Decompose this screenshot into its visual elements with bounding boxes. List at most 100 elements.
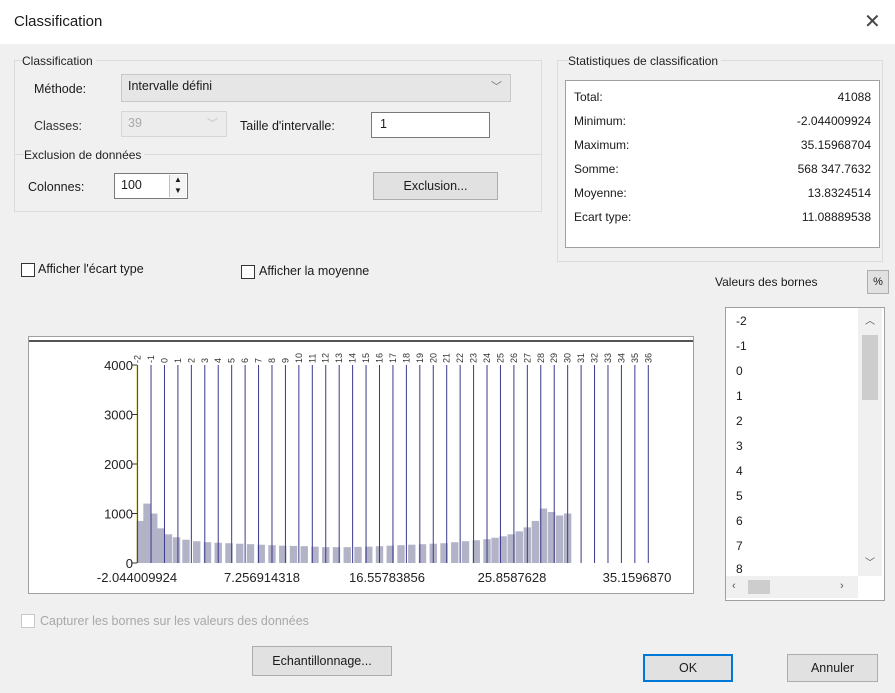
scrollbar-thumb[interactable] [862,335,878,400]
interval-input[interactable]: 1 [371,112,490,138]
ok-button[interactable]: OK [643,654,733,682]
break-label: 20 [428,353,438,363]
histogram-bar [193,541,201,563]
break-label: 35 [630,353,640,363]
break-label: 26 [509,353,519,363]
histogram-bar [451,542,459,563]
show-mean-checkbox[interactable] [241,265,255,279]
spin-down-icon[interactable]: ▼ [174,186,182,195]
break-label: 15 [361,353,371,363]
histogram-bar [156,528,165,563]
histogram-bar [397,545,405,563]
break-label: 14 [348,353,358,363]
histogram-bar [236,543,244,563]
list-item[interactable]: 1 [736,389,743,403]
stat-label: Moyenne: [574,186,627,200]
break-label: 10 [294,353,304,363]
list-item[interactable]: 4 [736,464,743,478]
close-icon[interactable]: ✕ [864,9,881,34]
stat-row: Moyenne: 13.8324514 [574,186,871,204]
break-label: 24 [482,353,492,363]
histogram-bar [164,534,173,563]
exclusion-button[interactable]: Exclusion... [373,172,498,200]
break-label: -2 [133,355,143,363]
chevron-left-icon[interactable]: ‹ [732,580,736,592]
list-item[interactable]: -2 [736,314,747,328]
list-item[interactable]: 7 [736,539,743,553]
columns-stepper[interactable]: 100 ▲ ▼ [114,173,188,199]
histogram-svg: -2 -1 0 1 2 3 4 5 6 7 8 9 10 11 12 13 14 15 16 17 18 19 20 21 22… [29,340,693,585]
break-values-list[interactable]: -2 -1 0 1 2 3 4 5 6 7 8 ︿ ﹀ ‹ › [725,307,885,601]
method-value: Intervalle défini [128,79,213,93]
chevron-right-icon[interactable]: › [840,580,844,592]
statistics-group-label: Statistiques de classification [568,54,722,68]
stat-label: Maximum: [574,138,630,152]
histogram-bar [143,503,151,563]
method-select[interactable]: Intervalle défini ﹀ [121,74,511,102]
histogram-bar [515,531,523,563]
cancel-button[interactable]: Annuler [787,654,878,682]
stat-value: 41088 [837,90,871,104]
spin-up-icon[interactable]: ▲ [174,175,182,184]
y-tick-label: 2000 [104,457,133,472]
histogram-bar [182,539,190,563]
break-label: 9 [280,358,290,363]
break-label: 16 [375,353,385,363]
list-item[interactable]: 3 [736,439,743,453]
y-tick-label: 0 [126,556,133,571]
break-label: 1 [173,358,183,363]
percent-button[interactable]: % [867,270,889,294]
break-label: 28 [536,353,546,363]
break-label: 12 [321,353,331,363]
x-tick-label: -2.044009924 [97,570,177,585]
scrollbar-thumb[interactable] [748,580,770,594]
list-item[interactable]: 5 [736,489,743,503]
list-item[interactable]: 0 [736,364,743,378]
horizontal-scrollbar[interactable]: ‹ › [726,576,858,598]
chevron-down-icon[interactable]: ﹀ [865,554,875,569]
show-std-checkbox[interactable] [21,263,35,277]
list-item[interactable]: -1 [736,339,747,353]
y-tick-label: 3000 [104,408,133,423]
break-label: 5 [227,358,237,363]
break-label: 21 [442,353,452,363]
stat-value: 13.8324514 [807,186,871,200]
stat-label: Ecart type: [574,210,632,224]
break-label: 36 [643,353,653,363]
vertical-scrollbar[interactable]: ︿ ﹀ [858,308,882,576]
histogram-bar [408,544,416,563]
show-mean-label: Afficher la moyenne [259,264,370,278]
chevron-down-icon: ﹀ [207,118,218,130]
break-label: 27 [522,353,532,363]
spin-buttons[interactable]: ▲ ▼ [169,175,186,197]
break-label: 18 [401,353,411,363]
chevron-up-icon[interactable]: ︿ [865,312,875,327]
sampling-button[interactable]: Echantillonnage... [252,646,392,676]
stat-value: 35.15968704 [800,138,871,152]
histogram-bar [531,520,540,563]
break-label: 8 [267,358,277,363]
list-item[interactable]: 2 [736,414,743,428]
columns-label: Colonnes: [28,180,85,194]
interval-label: Taille d'intervalle: [240,119,335,133]
chevron-down-icon: ﹀ [491,81,502,93]
histogram-bar [461,541,470,563]
snap-checkbox [21,614,35,628]
stat-label: Somme: [574,162,619,176]
stat-row: Ecart type: 11.08889538 [574,210,871,228]
list-item[interactable]: 6 [736,514,743,528]
histogram-bar [354,546,362,563]
stat-row: Total: 41088 [574,90,871,108]
break-label: 3 [200,358,210,363]
break-label: 34 [616,353,626,363]
break-label: 6 [240,358,250,363]
break-label: 31 [576,353,586,363]
stat-value: 11.08889538 [801,210,871,224]
stat-label: Minimum: [574,114,627,128]
exclusion-group-label: Exclusion de données [24,148,145,162]
stat-label: Total: [574,90,603,104]
statistics-panel: Total: 41088 Minimum: -2.044009924 Maximum… [565,80,880,248]
histogram-bar [300,546,308,563]
break-label: 7 [254,358,264,363]
list-item[interactable]: 8 [736,562,743,576]
